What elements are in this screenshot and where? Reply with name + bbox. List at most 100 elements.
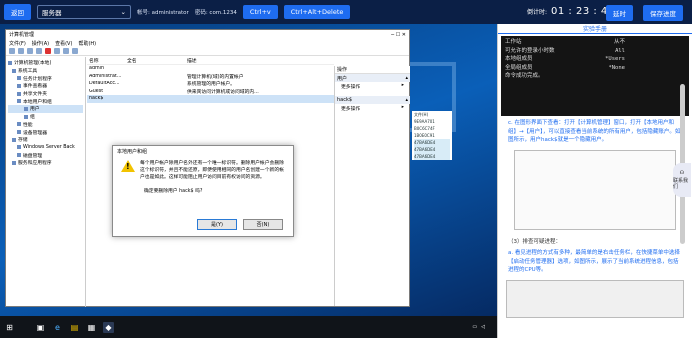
tree-item[interactable]: Windows Server Back [8,144,83,152]
windows-start-icon[interactable]: ⊞ [4,322,15,333]
terminal-key: 可允许的登录小时数 [505,47,555,54]
remote-desktop[interactable]: 计算机管理 ─ ☐ ✕ 文件(F) 操作(A) 查看(V) 帮助(H) 计算机管… [0,24,497,316]
properties-icon[interactable] [54,48,60,54]
actions-group-users[interactable]: 用户 ▴ [335,74,410,82]
row-description: 系统管理的用户帐户。 [187,82,235,88]
column-name[interactable]: 名称 [87,57,127,64]
tab-lab-manual[interactable]: 实验手册 [498,24,692,34]
tree-item[interactable]: 事件查看器 [8,82,83,90]
terminal-key: 全局组成员 [505,64,533,71]
actions-group-label: hack$ [337,97,353,103]
window-controls: ─ ☐ ✕ [391,31,406,38]
tree-item-label: 组 [30,115,35,121]
table-row[interactable]: Guest 供来宾访问计算机或访问域的内... [87,88,334,96]
terminal-line: 全局组成员 *None [505,64,685,73]
delete-user-dialog[interactable]: 本地用户和组 ! 每个用户帐户除用户名外还有一个唯一标识符。删除用户帐户会删除这… [112,145,294,237]
contact-us-button[interactable]: ☊ 联系我们 [673,163,691,197]
yes-button[interactable]: 是(Y) [197,219,237,230]
terminal-screenshot: 工作站 从不 可允许的登录小时数 All 本地组成员 *Users 全局组成员 *Non… [501,36,689,116]
ie-browser-icon[interactable]: e [52,322,63,333]
menu-file[interactable]: 文件(F) [9,40,26,47]
tree-item-label: Windows Server Back [23,144,75,150]
file-explorer-icon[interactable]: ▤ [69,322,80,333]
tree-item[interactable]: 任务计划程序 [8,74,83,82]
back-arrow-icon[interactable] [9,48,15,54]
code-text: 47BA6DE4 [414,146,450,153]
back-button[interactable]: 返回 [4,4,31,20]
window-titlebar[interactable]: 计算机管理 ─ ☐ ✕ [6,30,409,39]
tools-icon [12,68,16,73]
tree-item-label: 存储 [18,138,28,144]
actions-group-hack[interactable]: hack$ ▴ [335,96,410,104]
backup-icon [17,145,21,150]
computer-management-task-icon[interactable]: ◆ [103,321,114,333]
server-select[interactable]: 服务器 ⌄ [37,5,131,19]
table-row[interactable]: Administrat... 管理计算机(域)的内置帐户 [87,73,334,81]
volume-icon[interactable]: ◁ [481,324,485,330]
chevron-right-icon: ▸ [401,83,404,88]
table-row-selected[interactable]: hack$ [87,95,334,103]
menubar: 文件(F) 操作(A) 查看(V) 帮助(H) [6,39,409,47]
code-text: 47BA6DE4 [414,153,450,160]
terminal-key: 工作站 [505,39,522,45]
column-description[interactable]: 描述 [187,57,327,64]
account-label: 帐号: administrator [137,10,189,16]
column-fullname[interactable]: 全名 [127,57,187,64]
more-actions-item[interactable]: 更多操作 ▸ [335,104,410,112]
tree-item-label: 计算机管理(本地) [14,61,52,67]
tree-item[interactable]: 磁盘管理 [8,151,83,159]
tree-item-label: 系统工具 [18,69,38,75]
menu-view[interactable]: 查看(V) [55,40,72,47]
extend-button[interactable]: 延时 [606,5,633,21]
terminal-line: 工作站 从不 [505,38,685,47]
server-manager-icon[interactable]: ▣ [35,322,46,333]
code-text: 9E9AA701 [414,119,435,124]
network-icon[interactable]: ▭ [472,324,477,330]
menu-action[interactable]: 操作(A) [32,40,49,47]
computer-management-screenshot [514,149,676,230]
row-description: 管理计算机(域)的内置帐户 [187,74,244,80]
save-progress-button[interactable]: 保存进度 [643,5,683,21]
table-row[interactable]: DefaultAcc... 系统管理的用户帐户。 [87,80,334,88]
delete-icon[interactable] [45,48,51,54]
menu-help[interactable]: 帮助(H) [78,40,96,47]
no-button[interactable]: 否(N) [243,219,283,230]
refresh-icon[interactable] [63,48,69,54]
task-manager-screenshot [506,279,684,318]
powershell-icon[interactable]: ▦ [86,322,97,333]
tree-item[interactable]: 性能 [8,121,83,129]
lab-manual-panel[interactable]: 实验手册 工作站 从不 可允许的登录小时数 All 本地组成员 *Users 全局组成… [497,24,692,338]
tree-item-users[interactable]: 用户 [8,105,83,113]
show-tree-icon[interactable] [36,48,42,54]
tree-item[interactable]: 共享文件夹 [8,90,83,98]
table-row[interactable]: admin [87,65,334,73]
manual-paragraph: c. 在图形界面下查看：打开【计算机管理】窗口，打开【本地用户和组】→【用户】，… [508,120,681,143]
more-actions-label: 更多操作 [341,107,361,112]
tree-item-label: 共享文件夹 [23,92,47,98]
countdown: 倒计时: 01 : 23 : 49 [527,6,615,17]
ctrl-v-button[interactable]: Ctrl+v [242,5,278,19]
help-icon[interactable] [72,48,78,54]
tree-item[interactable]: 服务和应用程序 [8,159,83,167]
dialog-buttons: 是(Y) 否(N) [197,219,283,230]
more-actions-item[interactable]: 更多操作 ▸ [335,82,410,90]
up-folder-icon[interactable] [27,48,33,54]
tree-item[interactable]: 本地用户和组 [8,97,83,105]
list-header: 名称 全名 描述 [87,57,334,65]
tree-item[interactable]: 系统工具 [8,67,83,75]
dialog-question: 确定要删除用户 hack$ 吗? [144,189,203,194]
tree-item[interactable]: 组 [8,113,83,121]
tree-item[interactable]: 计算机管理(本地) [8,59,83,67]
manual-paragraph: a. 看见进程的方式有多种，最简单的是右击任务栏，在快捷菜单中选择【启动任务管理… [508,250,680,273]
terminal-value: *None [608,64,625,71]
disk-icon [17,153,21,158]
terminal-key: 本地组成员 [505,56,533,62]
tree-item[interactable]: 存储 [8,136,83,144]
ctrl-alt-delete-button[interactable]: Ctrl+Alt+Delete [283,5,351,19]
tree-item[interactable]: 设备管理器 [8,128,83,136]
forward-arrow-icon[interactable] [18,48,24,54]
collapse-icon: ▴ [405,75,408,81]
tree-item-label: 任务计划程序 [23,76,52,82]
code-text: 47BA6DE4 [414,139,450,146]
scheduler-icon [17,76,21,81]
